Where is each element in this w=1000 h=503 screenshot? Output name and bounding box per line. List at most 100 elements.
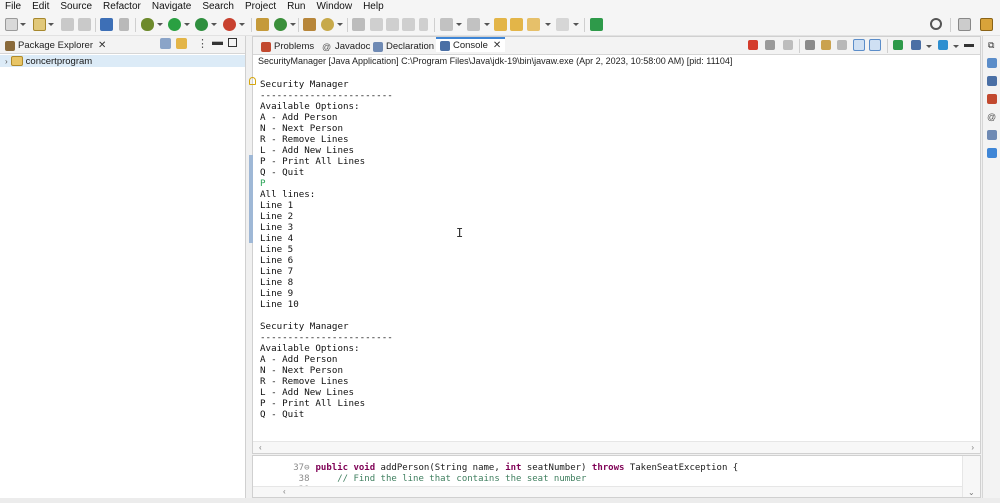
menu-search[interactable]: Search: [202, 0, 234, 14]
collapse-all-icon[interactable]: [160, 38, 171, 49]
chevron-down-icon[interactable]: [20, 23, 26, 26]
open-task-icon[interactable]: [303, 18, 316, 31]
open-type-icon[interactable]: [33, 18, 46, 31]
menu-project[interactable]: Project: [245, 0, 276, 14]
coverage-icon[interactable]: [195, 18, 208, 31]
quick-access-search-icon[interactable]: [930, 18, 942, 30]
run-icon[interactable]: [168, 18, 181, 31]
tab-package-explorer[interactable]: Package Explorer ✕: [5, 38, 106, 53]
menu-bar: File Edit Source Refactor Navigate Search Proj…: [0, 0, 1000, 14]
menu-help[interactable]: Help: [363, 0, 384, 14]
close-icon[interactable]: ✕: [98, 40, 106, 51]
console-trim-icon[interactable]: [987, 148, 997, 158]
chevron-down-icon[interactable]: [239, 23, 245, 26]
chevron-down-icon[interactable]: [337, 23, 343, 26]
menu-window[interactable]: Window: [316, 0, 352, 14]
toggle-block-selection-icon[interactable]: [386, 18, 399, 31]
chevron-down-icon[interactable]: [484, 23, 490, 26]
remove-launch-icon[interactable]: [765, 40, 775, 50]
menu-refactor[interactable]: Refactor: [103, 0, 141, 14]
forward-arrow-icon[interactable]: [556, 18, 569, 31]
chevron-down-icon[interactable]: [456, 23, 462, 26]
word-wrap-icon[interactable]: [837, 40, 847, 50]
last-edit-icon[interactable]: [494, 18, 507, 31]
chevron-down-icon[interactable]: [184, 23, 190, 26]
skip-breakpoints-icon[interactable]: [119, 18, 129, 31]
close-icon[interactable]: ✕: [493, 40, 501, 51]
scroll-left-icon[interactable]: ‹: [283, 487, 286, 496]
back-arrow-icon[interactable]: [527, 18, 540, 31]
chevron-down-icon[interactable]: [573, 23, 579, 26]
show-on-stdout-icon[interactable]: [853, 39, 865, 51]
back-icon[interactable]: [510, 18, 523, 31]
pin-console-icon[interactable]: [893, 40, 903, 50]
open-console-icon[interactable]: [938, 40, 948, 50]
next-annotation-icon[interactable]: [440, 18, 453, 31]
terminal-icon[interactable]: [100, 18, 113, 31]
search-icon[interactable]: [321, 18, 334, 31]
show-whitespace-icon[interactable]: [402, 18, 415, 31]
code-line[interactable]: 38 // Find the line that contains the se…: [253, 463, 587, 484]
console-output[interactable]: Security Manager ------------------------…: [260, 79, 393, 420]
declaration-trim-icon[interactable]: [987, 130, 997, 140]
java-perspective-icon[interactable]: [980, 18, 993, 31]
menu-run[interactable]: Run: [287, 0, 305, 14]
previous-annotation-icon[interactable]: [467, 18, 480, 31]
outline-icon[interactable]: [987, 58, 997, 68]
chevron-down-icon[interactable]: [926, 45, 932, 48]
scroll-left-icon[interactable]: ‹: [259, 443, 262, 452]
chevron-right-icon[interactable]: ›: [5, 57, 8, 66]
tab-javadoc[interactable]: @ Javadoc: [322, 39, 370, 54]
menu-navigate[interactable]: Navigate: [152, 0, 191, 14]
minimize-icon[interactable]: ▬: [964, 39, 974, 50]
editor-horizontal-scrollbar[interactable]: ‹: [253, 486, 963, 497]
tree-item-project[interactable]: › concertprogram: [0, 55, 245, 67]
problems-trim-icon[interactable]: [987, 94, 997, 104]
view-menu-icon[interactable]: ⋮: [197, 37, 208, 50]
remove-all-terminated-icon[interactable]: [783, 40, 793, 50]
pilcrow-icon[interactable]: [419, 18, 428, 31]
horizontal-scrollbar[interactable]: ‹ ›: [253, 441, 980, 453]
code-line[interactable]: 37⊖ public void addPerson(String name, in…: [253, 456, 738, 473]
perspective-icon[interactable]: [958, 18, 971, 31]
tab-declaration[interactable]: Declaration: [373, 39, 434, 54]
debug-icon[interactable]: [141, 18, 154, 31]
chevron-down-icon[interactable]: [48, 23, 54, 26]
chevron-down-icon[interactable]: [545, 23, 551, 26]
save-all-icon[interactable]: [78, 18, 91, 31]
clear-console-icon[interactable]: [805, 40, 815, 50]
scroll-down-icon[interactable]: ⌄: [968, 488, 975, 497]
chevron-down-icon[interactable]: [211, 23, 217, 26]
tab-console[interactable]: Console ✕: [436, 37, 506, 52]
maximize-icon[interactable]: [228, 38, 237, 47]
new-class-icon[interactable]: [274, 18, 287, 31]
link-with-editor-icon[interactable]: [176, 38, 187, 49]
save-icon[interactable]: [61, 18, 74, 31]
pin-editor-icon[interactable]: [590, 18, 603, 31]
restore-icon[interactable]: ⧉: [988, 40, 994, 51]
menu-source[interactable]: Source: [60, 0, 92, 14]
terminate-icon[interactable]: [748, 40, 758, 50]
display-selected-console-icon[interactable]: [911, 40, 921, 50]
new-java-package-icon[interactable]: [256, 18, 269, 31]
menu-edit[interactable]: Edit: [32, 0, 49, 14]
javadoc-trim-icon[interactable]: @: [987, 112, 997, 122]
code-editor[interactable]: 37⊖ public void addPerson(String name, in…: [252, 455, 981, 498]
show-on-stderr-icon[interactable]: [869, 39, 881, 51]
chevron-down-icon[interactable]: [290, 23, 296, 26]
code-line[interactable]: 39: [253, 474, 316, 495]
scroll-lock-icon[interactable]: [821, 40, 831, 50]
external-tools-icon[interactable]: [223, 18, 236, 31]
menu-file[interactable]: File: [5, 0, 21, 14]
scroll-right-icon[interactable]: ›: [971, 443, 974, 452]
chevron-down-icon[interactable]: [953, 45, 959, 48]
chevron-down-icon[interactable]: [157, 23, 163, 26]
task-list-icon[interactable]: [987, 76, 997, 86]
tab-problems[interactable]: Problems: [261, 39, 314, 54]
package-explorer-view: Package Explorer ✕ ⋮ ▬ › concertprogram: [0, 36, 246, 498]
editor-vertical-scrollbar[interactable]: ⌄: [962, 456, 980, 497]
toggle-breadcrumb-icon[interactable]: [370, 18, 383, 31]
minimize-icon[interactable]: ▬: [212, 36, 223, 48]
toggle-mark-occurrences-icon[interactable]: [352, 18, 365, 31]
new-icon[interactable]: [5, 18, 18, 31]
